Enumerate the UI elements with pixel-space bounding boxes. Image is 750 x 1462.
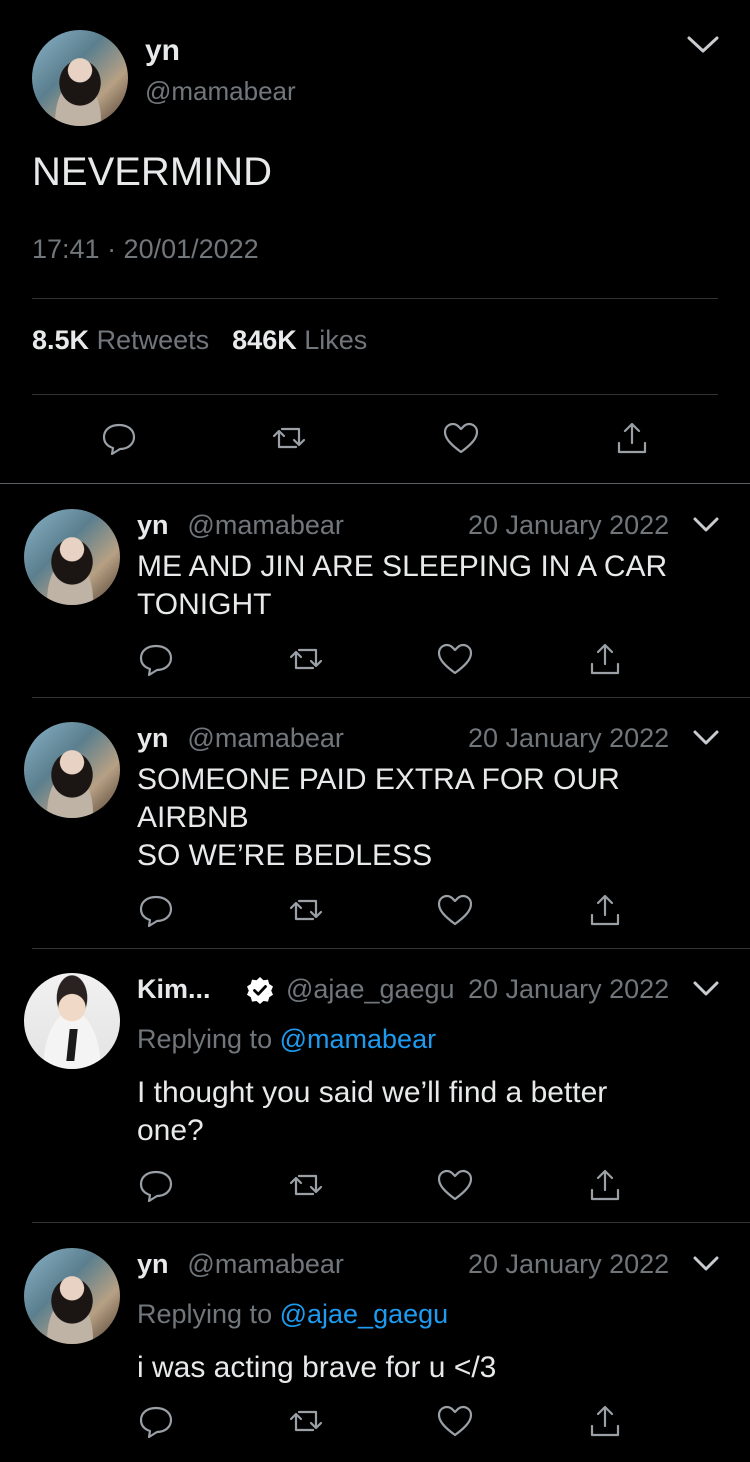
tweet-date: 20 January 2022 xyxy=(468,974,670,1004)
avatar[interactable] xyxy=(24,509,120,605)
tweet-text: NEVERMIND xyxy=(32,150,273,194)
share-icon[interactable] xyxy=(613,419,651,457)
retweets-label[interactable]: Retweets xyxy=(97,325,210,355)
tweet-line: i was acting brave for u </3 xyxy=(137,1351,497,1384)
tweet-line: one? xyxy=(137,1114,204,1147)
replying-to: Replying to @mamabear xyxy=(137,1024,436,1055)
retweet-icon[interactable] xyxy=(287,640,325,678)
tweet-stats: 8.5K Retweets 846K Likes xyxy=(32,325,367,356)
tweet-line: SO WE’RE BEDLESS xyxy=(137,839,433,872)
tweet-date: 20 January 2022 xyxy=(468,723,670,753)
tweet-text: I thought you said we’ll find a better o… xyxy=(137,1074,607,1150)
tweet-line: TONIGHT xyxy=(137,588,272,621)
likes-count[interactable]: 846K xyxy=(232,325,297,355)
reply-icon[interactable] xyxy=(100,419,138,457)
retweet-icon[interactable] xyxy=(270,419,308,457)
likes-label[interactable]: Likes xyxy=(304,325,367,355)
reply-icon[interactable] xyxy=(137,640,175,678)
tie-shape xyxy=(66,1028,78,1061)
share-icon[interactable] xyxy=(586,1402,624,1440)
divider xyxy=(32,298,718,299)
author-handle[interactable]: @mamabear xyxy=(187,510,343,540)
divider xyxy=(32,394,718,395)
chevron-down-icon[interactable] xyxy=(692,729,720,752)
author-handle[interactable]: @ajae_gaegu xyxy=(286,974,455,1005)
author-name[interactable]: yn xyxy=(137,1249,169,1279)
chevron-down-icon[interactable] xyxy=(686,34,720,61)
divider xyxy=(32,948,750,949)
replying-to-handle[interactable]: @mamabear xyxy=(280,1024,436,1054)
reply-icon[interactable] xyxy=(137,891,175,929)
retweet-icon[interactable] xyxy=(287,1166,325,1204)
tweet-line: ME AND JIN ARE SLEEPING IN A CAR xyxy=(137,550,668,583)
share-icon[interactable] xyxy=(586,1166,624,1204)
tweet-line: I thought you said we’ll find a better xyxy=(137,1076,608,1109)
tweet-timestamp: 17:41 · 20/01/2022 xyxy=(32,234,259,264)
avatar[interactable] xyxy=(24,722,120,818)
author-handle[interactable]: @mamabear xyxy=(187,1249,343,1279)
chevron-down-icon[interactable] xyxy=(692,980,720,1003)
share-icon[interactable] xyxy=(586,891,624,929)
avatar[interactable] xyxy=(24,1248,120,1344)
avatar[interactable] xyxy=(24,973,120,1069)
chevron-down-icon[interactable] xyxy=(692,1255,720,1278)
author-handle[interactable]: @mamabear xyxy=(145,76,296,107)
author-name[interactable]: Kim... xyxy=(137,974,211,1005)
avatar[interactable] xyxy=(32,30,128,126)
author-handle[interactable]: @mamabear xyxy=(187,723,343,753)
divider xyxy=(32,1222,750,1223)
retweet-icon[interactable] xyxy=(287,891,325,929)
tweet-line: SOMEONE PAID EXTRA FOR OUR xyxy=(137,763,620,796)
replying-to: Replying to @ajae_gaegu xyxy=(137,1299,448,1330)
author-name[interactable]: yn xyxy=(137,510,169,540)
like-icon[interactable] xyxy=(436,1166,474,1204)
divider xyxy=(0,483,750,484)
divider xyxy=(32,697,750,698)
replying-label: Replying to xyxy=(137,1299,273,1329)
tweet-line: AIRBNB xyxy=(137,801,249,834)
verified-badge-icon xyxy=(246,976,274,1004)
reply-icon[interactable] xyxy=(137,1402,175,1440)
like-icon[interactable] xyxy=(436,1402,474,1440)
like-icon[interactable] xyxy=(436,640,474,678)
retweets-count[interactable]: 8.5K xyxy=(32,325,89,355)
tweet-text: SOMEONE PAID EXTRA FOR OUR AIRBNB SO WE’… xyxy=(137,761,620,875)
like-icon[interactable] xyxy=(436,891,474,929)
replying-label: Replying to xyxy=(137,1024,273,1054)
author-name[interactable]: yn xyxy=(137,723,169,753)
like-icon[interactable] xyxy=(442,419,480,457)
retweet-icon[interactable] xyxy=(287,1402,325,1440)
tweet-date: 20 January 2022 xyxy=(468,1249,670,1279)
chevron-down-icon[interactable] xyxy=(692,516,720,539)
reply-icon[interactable] xyxy=(137,1166,175,1204)
share-icon[interactable] xyxy=(586,640,624,678)
tweet-text: ME AND JIN ARE SLEEPING IN A CAR TONIGHT xyxy=(137,548,667,624)
replying-to-handle[interactable]: @ajae_gaegu xyxy=(280,1299,449,1329)
author-name[interactable]: yn xyxy=(145,34,180,68)
tweet-text: i was acting brave for u </3 xyxy=(137,1349,496,1387)
tweet-date: 20 January 2022 xyxy=(468,510,670,540)
